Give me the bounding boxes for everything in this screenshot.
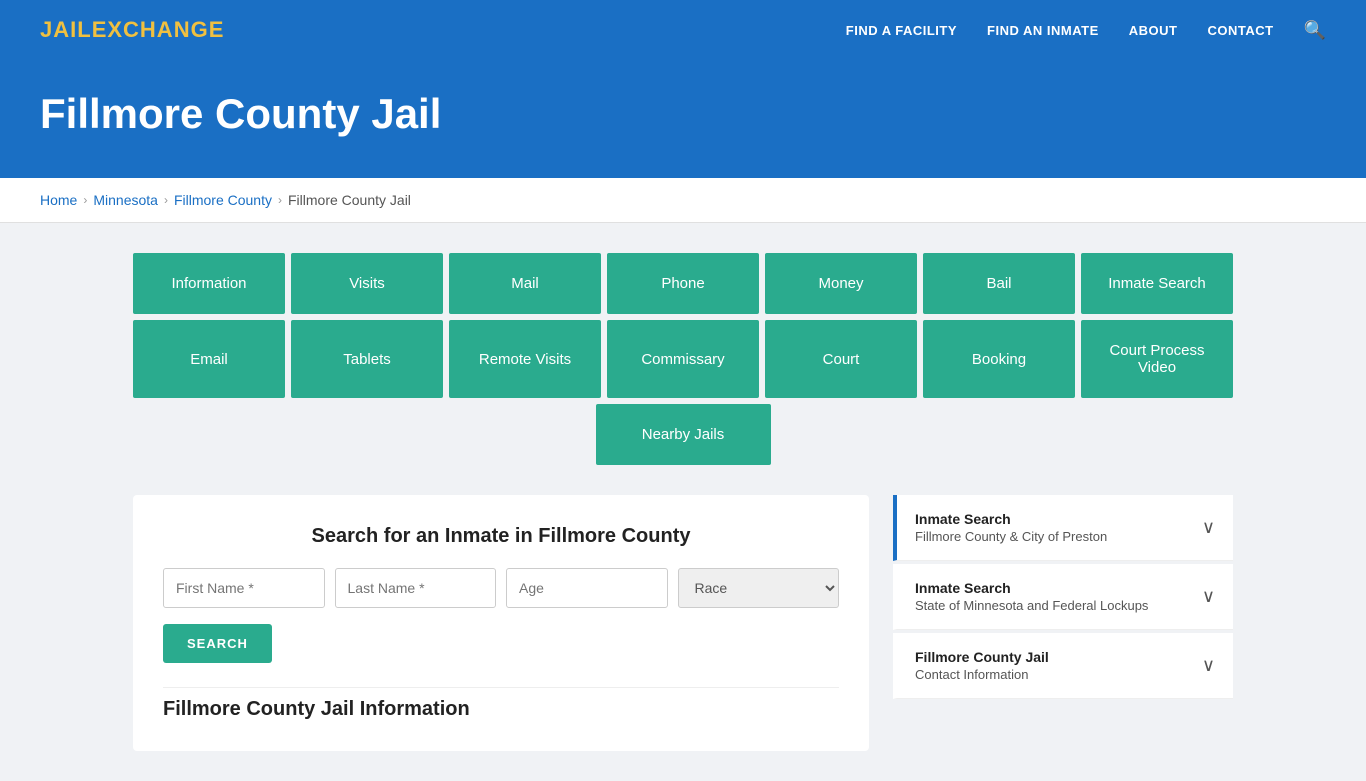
sidebar-item-subtitle-1: Fillmore County & City of Preston <box>915 529 1107 544</box>
breadcrumb-bar: Home › Minnesota › Fillmore County › Fil… <box>0 178 1366 223</box>
sidebar-item-subtitle-3: Contact Information <box>915 667 1049 682</box>
sidebar-item-contact-info[interactable]: Fillmore County Jail Contact Information… <box>893 633 1233 699</box>
sidebar-item-title-3: Fillmore County Jail <box>915 649 1049 665</box>
sidebar: Inmate Search Fillmore County & City of … <box>893 495 1233 751</box>
btn-mail[interactable]: Mail <box>449 253 601 314</box>
sidebar-item-inmate-search-state[interactable]: Inmate Search State of Minnesota and Fed… <box>893 564 1233 630</box>
nav-find-inmate[interactable]: FIND AN INMATE <box>987 23 1099 38</box>
first-name-input[interactable] <box>163 568 325 608</box>
search-button[interactable]: SEARCH <box>163 624 272 663</box>
search-form-heading: Search for an Inmate in Fillmore County <box>163 525 839 548</box>
btn-tablets[interactable]: Tablets <box>291 320 443 398</box>
search-icon-button[interactable]: 🔍 <box>1304 20 1326 41</box>
sidebar-item-subtitle-2: State of Minnesota and Federal Lockups <box>915 598 1148 613</box>
logo-jail: JAIL <box>40 17 92 42</box>
chevron-down-icon-1: ∨ <box>1202 517 1215 538</box>
btn-bail[interactable]: Bail <box>923 253 1075 314</box>
btn-visits[interactable]: Visits <box>291 253 443 314</box>
breadcrumb-sep-2: › <box>164 193 168 207</box>
site-logo: JAILEXCHANGE <box>40 17 224 43</box>
breadcrumb-fillmore-county[interactable]: Fillmore County <box>174 192 272 208</box>
btn-nearby-jails[interactable]: Nearby Jails <box>596 404 771 465</box>
info-section-heading: Fillmore County Jail Information <box>163 687 839 721</box>
breadcrumb-home[interactable]: Home <box>40 192 77 208</box>
btn-inmate-search[interactable]: Inmate Search <box>1081 253 1233 314</box>
chevron-down-icon-3: ∨ <box>1202 655 1215 676</box>
sidebar-item-inmate-search-fillmore[interactable]: Inmate Search Fillmore County & City of … <box>893 495 1233 561</box>
feature-button-grid: Information Visits Mail Phone Money Bail… <box>133 253 1233 465</box>
sidebar-item-title-2: Inmate Search <box>915 580 1148 596</box>
age-input[interactable] <box>506 568 668 608</box>
main-nav: FIND A FACILITY FIND AN INMATE ABOUT CON… <box>846 20 1326 41</box>
breadcrumb-current: Fillmore County Jail <box>288 192 411 208</box>
nav-contact[interactable]: CONTACT <box>1207 23 1273 38</box>
btn-information[interactable]: Information <box>133 253 285 314</box>
breadcrumb-sep-1: › <box>83 193 87 207</box>
lower-section: Search for an Inmate in Fillmore County … <box>133 495 1233 751</box>
last-name-input[interactable] <box>335 568 497 608</box>
search-fields: Race White Black Hispanic Asian Other <box>163 568 839 608</box>
race-select[interactable]: Race White Black Hispanic Asian Other <box>678 568 840 608</box>
hero-section: Fillmore County Jail <box>0 60 1366 178</box>
btn-phone[interactable]: Phone <box>607 253 759 314</box>
page-title: Fillmore County Jail <box>40 90 1326 138</box>
btn-money[interactable]: Money <box>765 253 917 314</box>
sidebar-item-title-1: Inmate Search <box>915 511 1107 527</box>
btn-commissary[interactable]: Commissary <box>607 320 759 398</box>
btn-court-process-video[interactable]: Court Process Video <box>1081 320 1233 398</box>
main-content: Information Visits Mail Phone Money Bail… <box>0 223 1366 781</box>
sidebar-item-text-2: Inmate Search State of Minnesota and Fed… <box>915 580 1148 613</box>
search-form-card: Search for an Inmate in Fillmore County … <box>133 495 869 751</box>
logo-exchange: EXCHANGE <box>92 17 225 42</box>
nav-about[interactable]: ABOUT <box>1129 23 1178 38</box>
btn-court[interactable]: Court <box>765 320 917 398</box>
btn-remote-visits[interactable]: Remote Visits <box>449 320 601 398</box>
btn-booking[interactable]: Booking <box>923 320 1075 398</box>
breadcrumb-sep-3: › <box>278 193 282 207</box>
nav-find-facility[interactable]: FIND A FACILITY <box>846 23 957 38</box>
btn-email[interactable]: Email <box>133 320 285 398</box>
sidebar-item-text-1: Inmate Search Fillmore County & City of … <box>915 511 1107 544</box>
site-header: JAILEXCHANGE FIND A FACILITY FIND AN INM… <box>0 0 1366 60</box>
sidebar-item-text-3: Fillmore County Jail Contact Information <box>915 649 1049 682</box>
breadcrumb-minnesota[interactable]: Minnesota <box>93 192 158 208</box>
chevron-down-icon-2: ∨ <box>1202 586 1215 607</box>
breadcrumb: Home › Minnesota › Fillmore County › Fil… <box>40 192 1326 208</box>
